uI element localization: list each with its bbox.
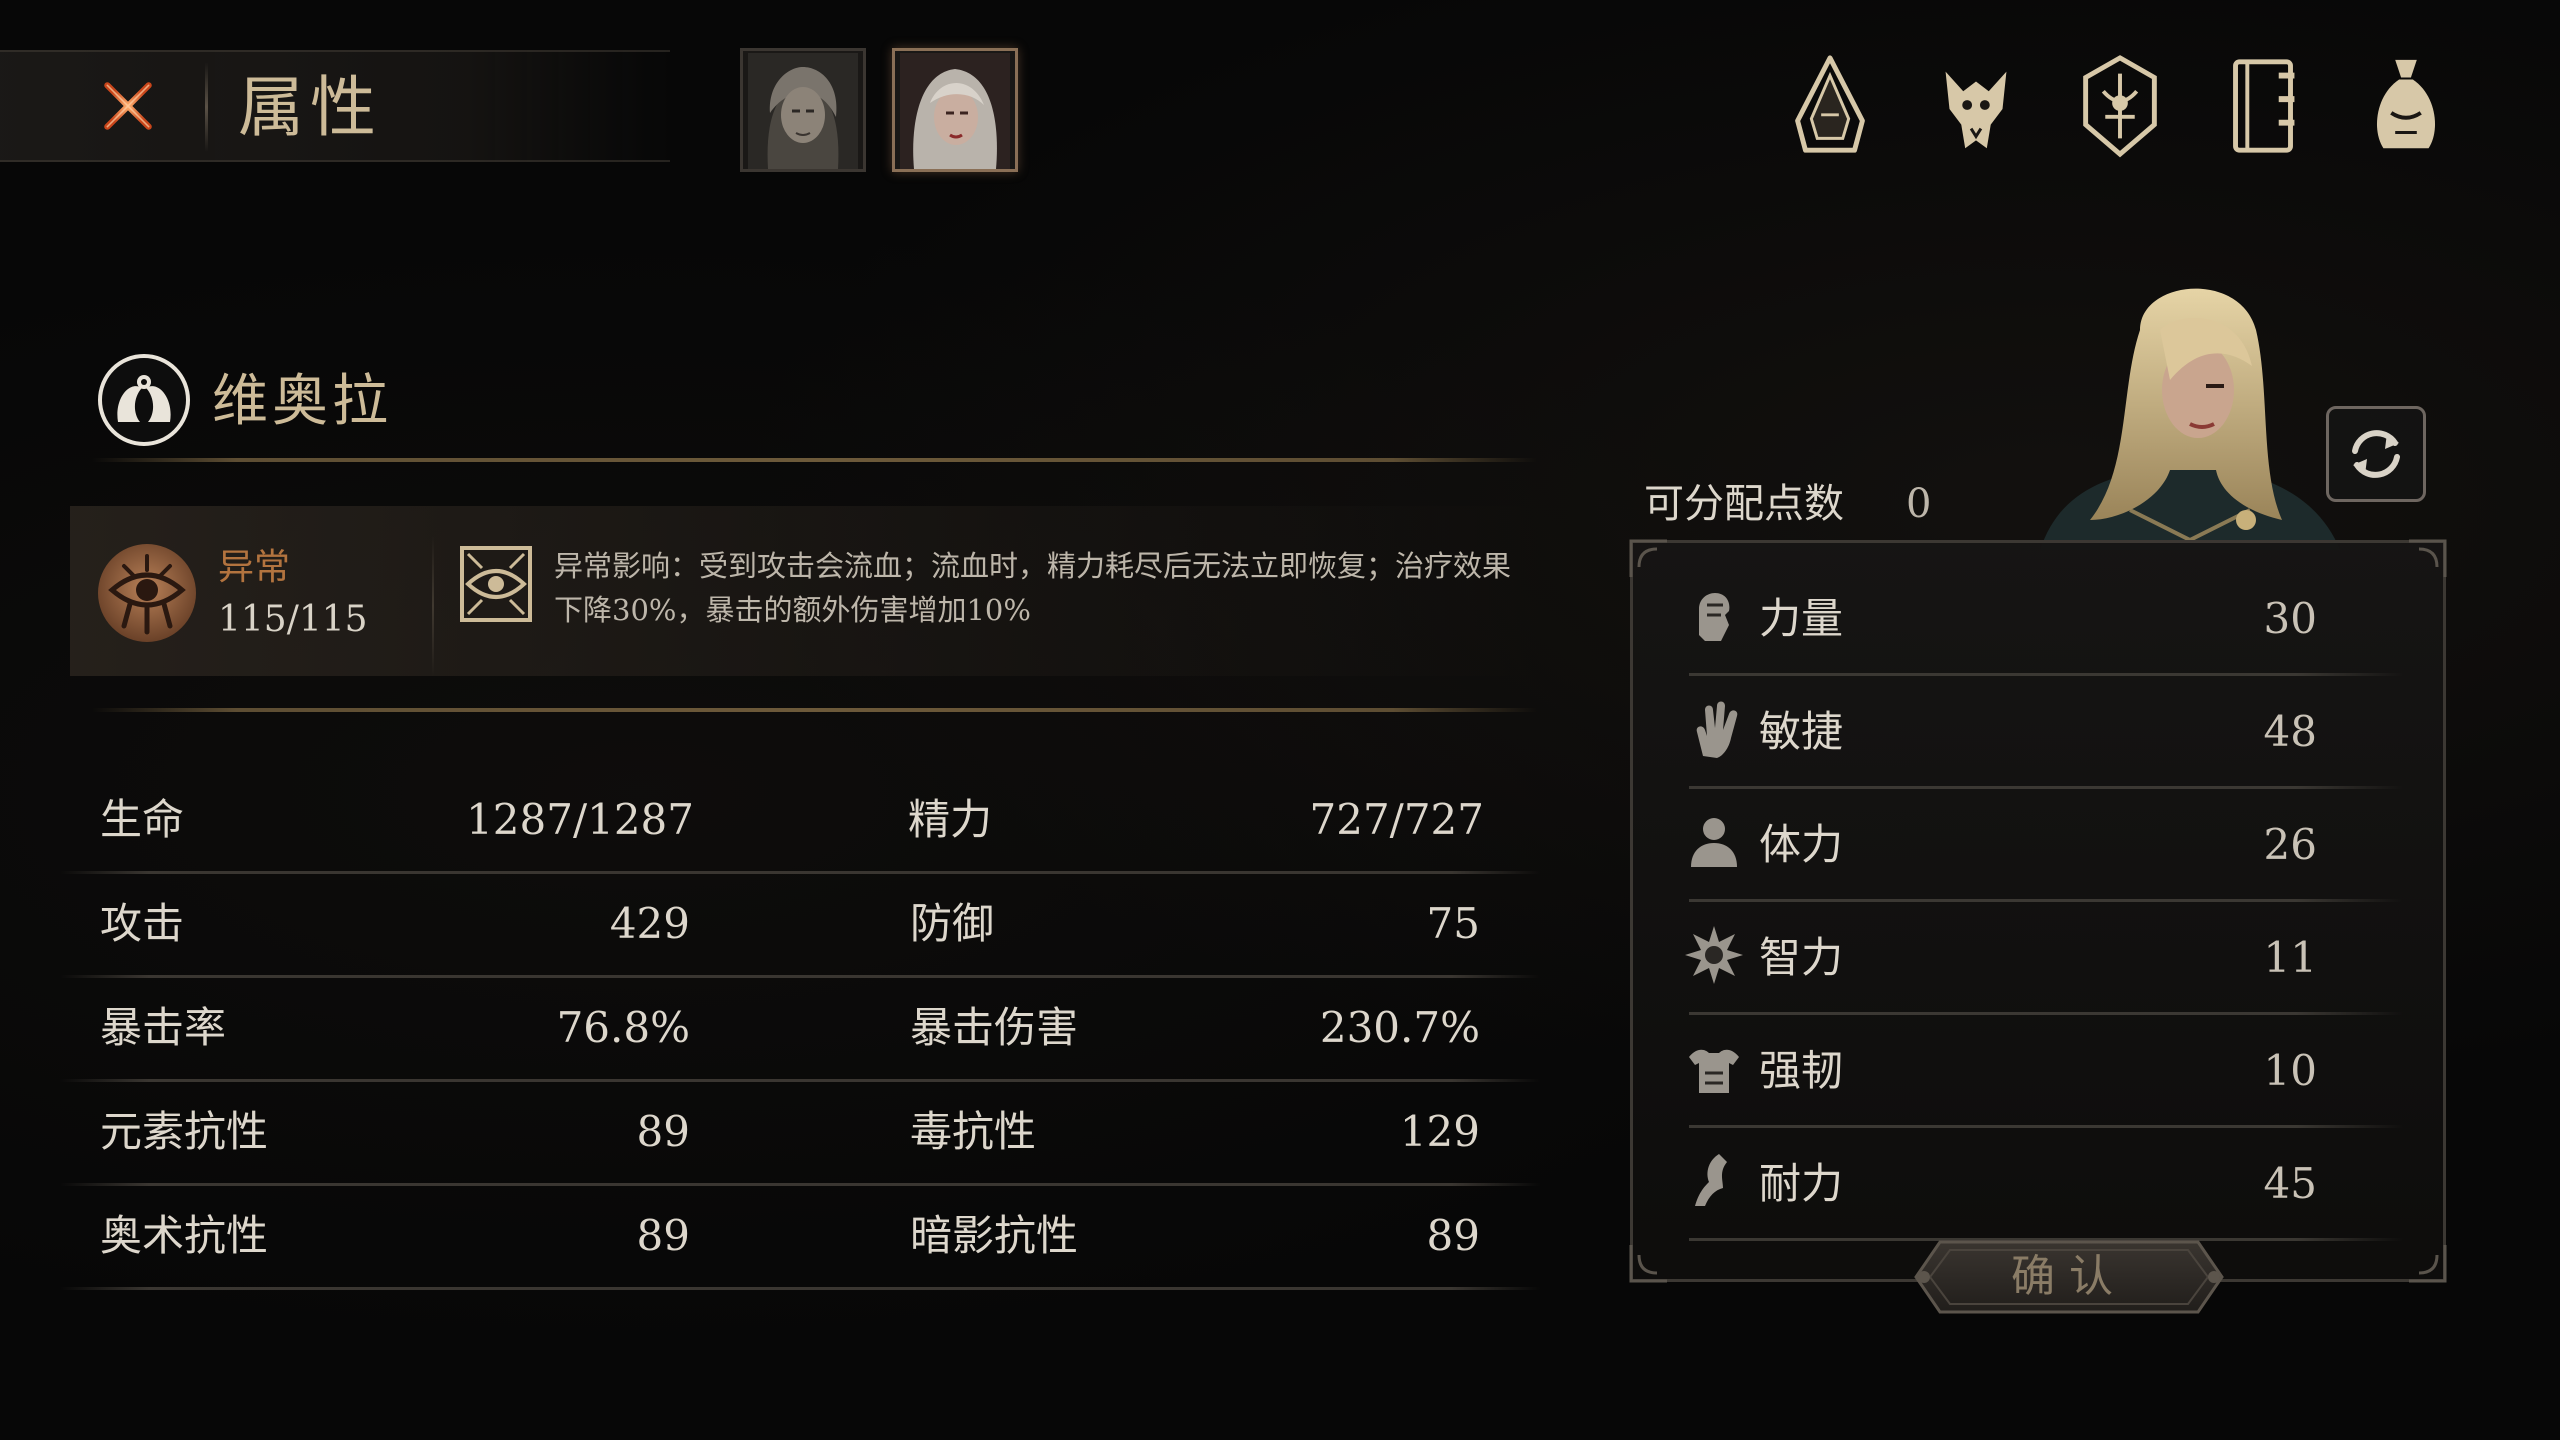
- attribute-label: 力量: [1759, 594, 1844, 643]
- attribute-row-toughness[interactable]: 强韧 10: [1679, 1015, 2403, 1128]
- armor-icon: [1689, 1049, 1739, 1093]
- top-nav-icons: [1780, 48, 2436, 168]
- corner-ornament: [2409, 1245, 2447, 1283]
- attribute-label: 耐力: [1759, 1159, 1844, 1208]
- stat-label: 奥术抗性: [100, 1211, 269, 1260]
- confirm-button[interactable]: 确认: [1910, 1236, 2228, 1318]
- eye-sigil-icon: [460, 546, 532, 622]
- book-icon[interactable]: [2214, 48, 2314, 164]
- stat-value: 727/727: [1309, 795, 1484, 844]
- open-hand-icon: [1696, 701, 1738, 758]
- attribute-row-intelligence[interactable]: 智力 11: [1679, 902, 2403, 1015]
- stat-value: 230.7%: [1319, 1003, 1480, 1052]
- refresh-button[interactable]: [2326, 406, 2426, 502]
- available-points-value: 0: [1906, 481, 1932, 527]
- attribute-value: 10: [2263, 1046, 2317, 1095]
- attribute-label: 强韧: [1759, 1046, 1844, 1095]
- attribute-row-agility[interactable]: 敏捷 48: [1679, 676, 2403, 789]
- status-description: 异常影响：受到攻击会流血；流血时，精力耗尽后无法立即恢复；治疗效果下降30%，暴…: [554, 549, 1512, 627]
- stat-row: 生命 1287/1287 精力 727/727: [60, 770, 1540, 874]
- fist-icon: [1699, 593, 1730, 641]
- attribute-value: 45: [2263, 1159, 2317, 1208]
- status-label: 异常: [218, 547, 291, 588]
- stat-value: 75: [1426, 899, 1480, 948]
- close-button[interactable]: [86, 70, 170, 142]
- stat-value: 129: [1399, 1107, 1480, 1156]
- stat-value: 1287/1287: [466, 795, 694, 844]
- character-name: 维奥拉: [212, 369, 392, 434]
- character-portrait-bust: [2040, 288, 2340, 550]
- stat-label: 防御: [910, 899, 995, 948]
- stat-row: 攻击 429 防御 75: [60, 874, 1540, 978]
- corner-ornament: [1629, 539, 1667, 577]
- attribute-value: 30: [2263, 594, 2317, 643]
- attribute-row-strength[interactable]: 力量 30: [1679, 563, 2403, 676]
- attribute-label: 智力: [1759, 933, 1844, 982]
- attribute-row-endurance[interactable]: 耐力 45: [1679, 1128, 2403, 1241]
- page-title: 属性: [238, 69, 382, 146]
- attribute-value: 48: [2263, 707, 2317, 756]
- stat-value: 89: [1426, 1211, 1480, 1260]
- status-value: 115/115: [218, 599, 368, 640]
- attribute-row-vitality[interactable]: 体力 26: [1679, 789, 2403, 902]
- stat-value: 89: [636, 1107, 690, 1156]
- runner-icon: [1695, 1154, 1727, 1206]
- bleeding-eye-emblem-icon: [98, 544, 196, 642]
- title-separator: [205, 62, 208, 152]
- divider-top: [92, 458, 1537, 462]
- stat-label: 暴击率: [100, 1003, 227, 1052]
- corner-ornament: [2409, 539, 2447, 577]
- available-points-label: 可分配点数: [1644, 481, 1844, 527]
- stat-label: 暴击伤害: [910, 1003, 1079, 1052]
- stat-row: 暴击率 76.8% 暴击伤害 230.7%: [60, 978, 1540, 1082]
- corner-ornament: [1629, 1245, 1667, 1283]
- female-character-portrait[interactable]: [892, 48, 1018, 172]
- shield-crest-icon[interactable]: [2070, 48, 2170, 164]
- stat-label: 精力: [908, 795, 993, 844]
- stat-value: 76.8%: [556, 1003, 690, 1052]
- attribute-value: 26: [2263, 820, 2317, 869]
- close-x-icon: [104, 82, 152, 130]
- stat-label: 毒抗性: [910, 1107, 1037, 1156]
- twin-serpent-emblem-icon: [98, 354, 190, 446]
- attribute-value: 11: [2263, 933, 2317, 982]
- stat-row: 奥术抗性 89 暗影抗性 89: [60, 1186, 1540, 1290]
- stat-label: 攻击: [100, 899, 185, 948]
- stat-label: 暗影抗性: [910, 1211, 1079, 1260]
- male-character-portrait[interactable]: [740, 48, 866, 172]
- stat-value: 89: [636, 1211, 690, 1260]
- attribute-screen: { "header": { "title": "属性", "close_icon…: [0, 0, 2560, 1440]
- attribute-label: 体力: [1759, 820, 1844, 869]
- stat-label: 生命: [100, 795, 185, 844]
- loot-bag-icon[interactable]: [2356, 48, 2456, 164]
- hood-icon[interactable]: [1780, 48, 1880, 164]
- mind-burst-icon: [1685, 926, 1743, 984]
- divider-bottom: [92, 708, 1537, 712]
- status-separator: [432, 536, 434, 676]
- refresh-icon: [2352, 430, 2400, 478]
- stat-label: 元素抗性: [100, 1107, 269, 1156]
- beast-skull-icon[interactable]: [1926, 48, 2026, 164]
- attribute-panel: 力量 30 敏捷 48 体力 26 智力 11 强韧 10 耐力 45: [1629, 539, 2447, 1283]
- body-icon: [1691, 818, 1737, 867]
- stat-value: 429: [609, 899, 690, 948]
- stat-row: 元素抗性 89 毒抗性 129: [60, 1082, 1540, 1186]
- confirm-label: 确认: [2011, 1251, 2127, 1302]
- attribute-label: 敏捷: [1759, 707, 1844, 756]
